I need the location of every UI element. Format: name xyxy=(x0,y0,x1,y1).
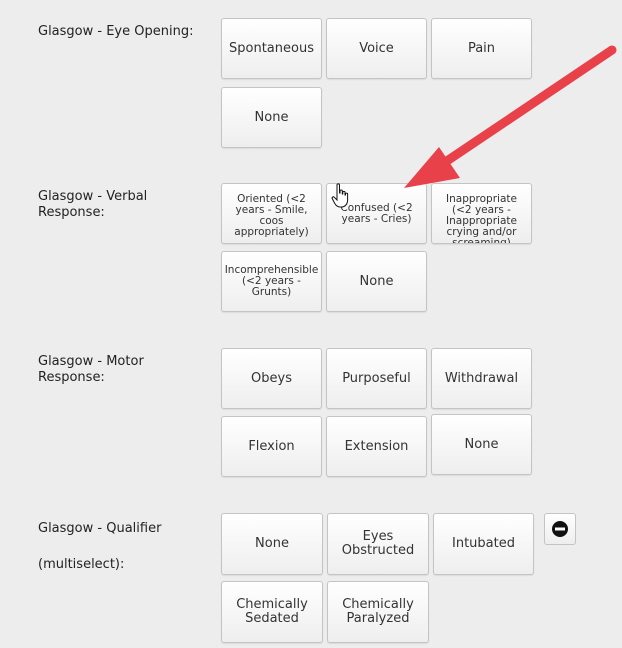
verbal-confused-button[interactable]: Confused (<2 years - Cries) xyxy=(326,183,427,244)
remove-qualifier-button[interactable] xyxy=(544,513,576,545)
motor-none-button[interactable]: None xyxy=(431,414,532,475)
eye-opening-spontaneous-button[interactable]: Spontaneous xyxy=(221,18,322,79)
eye-opening-label: Glasgow - Eye Opening: xyxy=(38,24,194,39)
qualifier-eyes-obstructed-button[interactable]: Eyes Obstructed xyxy=(327,513,429,575)
qualifier-intubated-button[interactable]: Intubated xyxy=(433,513,534,575)
motor-flexion-button[interactable]: Flexion xyxy=(221,416,322,477)
qualifier-label: Glasgow - Qualifier xyxy=(38,521,162,536)
eye-opening-none-button[interactable]: None xyxy=(221,87,322,148)
qualifier-sublabel: (multiselect): xyxy=(38,557,125,572)
motor-withdrawal-button[interactable]: Withdrawal xyxy=(431,348,532,409)
minus-circle-icon xyxy=(552,521,568,537)
verbal-none-button[interactable]: None xyxy=(326,251,427,312)
motor-extension-button[interactable]: Extension xyxy=(326,416,427,477)
verbal-oriented-button[interactable]: Oriented (<2 years - Smile, coos appropr… xyxy=(221,183,322,244)
qualifier-chemically-paralyzed-button[interactable]: Chemically Paralyzed xyxy=(327,581,429,643)
eye-opening-pain-button[interactable]: Pain xyxy=(431,18,532,79)
verbal-inappropriate-button[interactable]: Inappropriate (<2 years - Inappropriate … xyxy=(431,183,532,244)
verbal-response-label: Glasgow - Verbal Response: xyxy=(38,189,148,220)
qualifier-none-button[interactable]: None xyxy=(221,513,323,575)
qualifier-chemically-sedated-button[interactable]: Chemically Sedated xyxy=(221,581,323,643)
motor-response-label: Glasgow - Motor Response: xyxy=(38,354,144,385)
motor-obeys-button[interactable]: Obeys xyxy=(221,348,322,409)
eye-opening-voice-button[interactable]: Voice xyxy=(326,18,427,79)
motor-purposeful-button[interactable]: Purposeful xyxy=(326,348,427,409)
verbal-incomprehensible-button[interactable]: Incomprehensible (<2 years - Grunts) xyxy=(221,251,322,312)
